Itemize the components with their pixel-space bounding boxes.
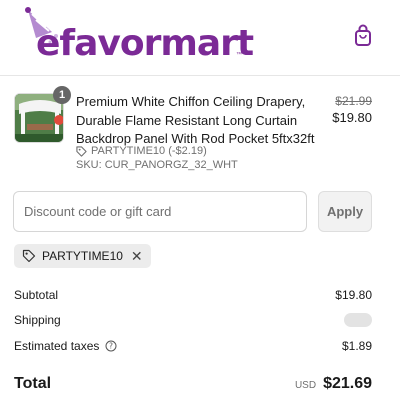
item-discount: PARTYTIME10 (-$2.19) — [76, 145, 207, 157]
item-discount-text: PARTYTIME10 (-$2.19) — [91, 145, 207, 157]
tag-icon — [22, 249, 36, 263]
remove-discount-close-icon[interactable]: ✕ — [131, 249, 143, 263]
total-row: Total USD $21.69 — [14, 372, 372, 396]
trademark-mark: ™ — [236, 52, 242, 58]
shipping-value-placeholder — [344, 313, 372, 327]
discount-code-input[interactable] — [13, 191, 307, 232]
svg-text:?: ? — [109, 342, 113, 351]
taxes-row: Estimated taxes ? $1.89 — [14, 337, 372, 355]
applied-discount-chip: PARTYTIME10 ✕ — [14, 244, 151, 268]
quantity-badge: 1 — [53, 86, 71, 104]
discounted-price: $19.80 — [332, 110, 372, 125]
subtotal-label: Subtotal — [14, 288, 59, 302]
applied-discount-code: PARTYTIME10 — [42, 249, 123, 263]
shipping-row: Shipping — [14, 311, 372, 329]
help-circle-icon[interactable]: ? — [105, 340, 117, 352]
total-amount: $21.69 — [323, 375, 372, 392]
subtotal-row: Subtotal $19.80 — [14, 286, 372, 304]
product-title: Premium White Chiffon Ceiling Drapery, D… — [76, 94, 315, 146]
store-logo[interactable]: efavormart ™ — [22, 6, 254, 68]
product-sku: SKU: CUR_PANORGZ_32_WHT — [76, 159, 238, 171]
total-currency: USD — [294, 380, 317, 391]
shopping-bag-icon[interactable] — [350, 22, 376, 48]
total-amount-group: USD $21.69 — [295, 375, 372, 393]
checkout-header: efavormart ™ — [0, 0, 400, 76]
original-price: $21.99 — [335, 94, 372, 108]
tag-icon — [76, 145, 87, 157]
apply-discount-button[interactable]: Apply — [318, 191, 372, 232]
shipping-label: Shipping — [14, 313, 61, 327]
taxes-label: Estimated taxes — [14, 339, 100, 353]
subtotal-value: $19.80 — [335, 288, 372, 302]
total-label: Total — [14, 375, 52, 392]
logo-wordmark: efavormart — [36, 23, 254, 64]
taxes-value: $1.89 — [341, 339, 372, 353]
taxes-label-group: Estimated taxes ? — [14, 339, 117, 353]
